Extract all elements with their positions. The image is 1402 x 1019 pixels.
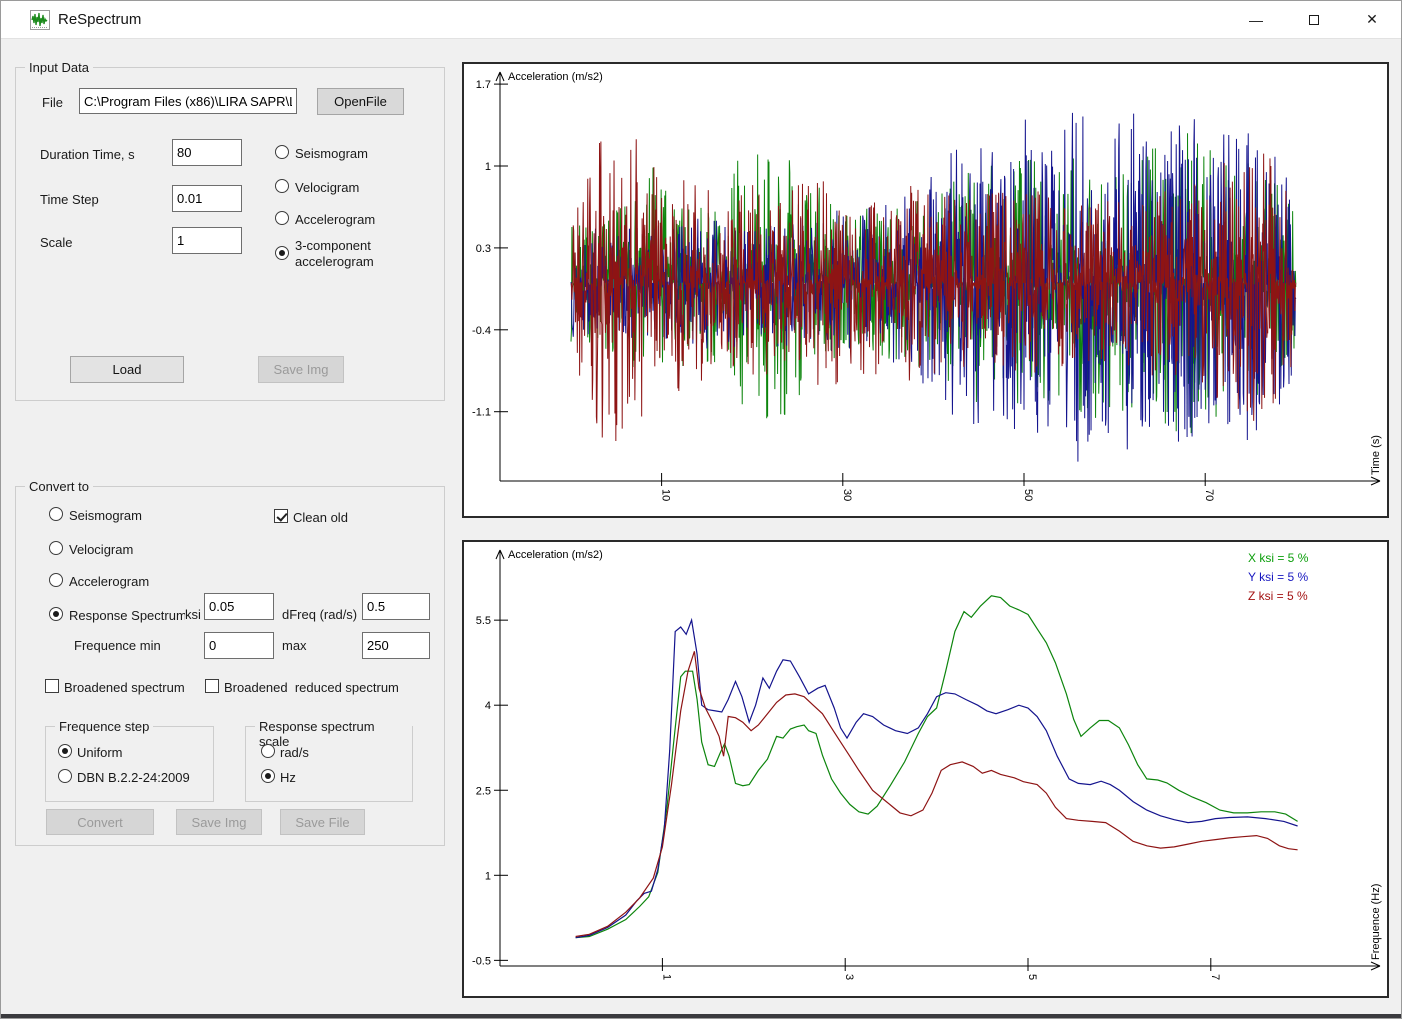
radio-input-accelerogram[interactable] — [275, 211, 289, 225]
title-bar: ReSpectrum — ✕ — [1, 1, 1401, 39]
dfreq-label: dFreq (rad/s) — [282, 607, 358, 622]
svg-text:1: 1 — [485, 870, 491, 882]
svg-text:50: 50 — [1022, 489, 1034, 501]
radio-input-velocigram[interactable] — [275, 179, 289, 193]
radio-input-accelerogram-label[interactable]: Accelerogram — [295, 212, 375, 227]
maximize-button[interactable] — [1285, 1, 1343, 38]
convert-to-group: Convert to Seismogram Velocigram Acceler… — [15, 479, 445, 846]
svg-text:0.3: 0.3 — [476, 243, 491, 255]
close-button[interactable]: ✕ — [1343, 1, 1401, 38]
radio-convert-accelerogram[interactable] — [49, 573, 63, 587]
broadened-spectrum-checkbox[interactable] — [45, 679, 59, 693]
broadened-reduced-label[interactable]: Broadened reduced spectrum — [224, 680, 399, 695]
ksi-input[interactable] — [204, 593, 274, 620]
duration-time-label: Duration Time, s — [40, 147, 135, 162]
app-icon — [30, 10, 50, 30]
radio-rad-s[interactable] — [261, 744, 275, 758]
radio-convert-response-spectrum[interactable] — [49, 607, 63, 621]
time-step-label: Time Step — [40, 192, 99, 207]
radio-input-seismogram-label[interactable]: Seismogram — [295, 146, 368, 161]
convert-save-img-button[interactable]: Save Img — [176, 809, 262, 835]
frequence-step-group-label: Frequence step — [55, 719, 154, 734]
svg-text:Z ksi = 5 %: Z ksi = 5 % — [1248, 589, 1308, 603]
accelerogram-chart-panel: 1.7 1 0.3 -0.4 -1.1 10 30 50 70 Acceleration (m/s… — [462, 62, 1389, 518]
file-label: File — [42, 95, 63, 110]
radio-uniform[interactable] — [58, 744, 72, 758]
convert-button[interactable]: Convert — [46, 809, 154, 835]
convert-save-file-button[interactable]: Save File — [280, 809, 365, 835]
time-history-chart: 1.7 1 0.3 -0.4 -1.1 10 30 50 70 Acceleration (m/s… — [472, 71, 1382, 501]
broadened-reduced-checkbox[interactable] — [205, 679, 219, 693]
radio-dbn-label[interactable]: DBN B.2.2-24:2009 — [77, 770, 190, 785]
svg-text:1: 1 — [660, 974, 672, 980]
input-save-img-button[interactable]: Save Img — [258, 356, 344, 383]
window-title: ReSpectrum — [58, 11, 142, 28]
frequence-step-group: Frequence step Uniform DBN B.2.2-24:2009 — [45, 719, 214, 802]
ksi-label: ksi — [185, 607, 201, 622]
clean-old-checkbox[interactable] — [274, 509, 288, 523]
svg-text:70: 70 — [1203, 489, 1215, 501]
svg-text:Frequence (Hz): Frequence (Hz) — [1370, 884, 1382, 960]
svg-text:4: 4 — [485, 700, 491, 712]
scale-input[interactable] — [172, 227, 242, 254]
svg-text:2.5: 2.5 — [476, 785, 491, 797]
radio-convert-seismogram[interactable] — [49, 507, 63, 521]
freq-max-label: max — [282, 638, 307, 653]
dfreq-input[interactable] — [362, 593, 430, 620]
svg-text:-0.4: -0.4 — [472, 325, 491, 337]
radio-rad-s-label[interactable]: rad/s — [280, 745, 309, 760]
radio-hz[interactable] — [261, 769, 275, 783]
convert-to-group-label: Convert to — [25, 479, 93, 494]
svg-text:Acceleration (m/s2): Acceleration (m/s2) — [508, 71, 603, 83]
duration-time-input[interactable] — [172, 139, 242, 166]
radio-convert-seismogram-label[interactable]: Seismogram — [69, 508, 142, 523]
svg-text:Time (s): Time (s) — [1370, 435, 1382, 475]
radio-convert-velocigram-label[interactable]: Velocigram — [69, 542, 133, 557]
spectrum-scale-group-label: Response spectrum scale — [255, 719, 412, 749]
radio-input-velocigram-label[interactable]: Velocigram — [295, 180, 359, 195]
svg-text:3: 3 — [843, 974, 855, 980]
maximize-icon — [1309, 14, 1319, 25]
svg-text:X ksi = 5 %: X ksi = 5 % — [1248, 551, 1309, 565]
radio-hz-label[interactable]: Hz — [280, 770, 296, 785]
time-step-input[interactable] — [172, 185, 242, 212]
radio-convert-accelerogram-label[interactable]: Accelerogram — [69, 574, 149, 589]
minimize-button[interactable]: — — [1227, 1, 1285, 38]
svg-text:30: 30 — [841, 489, 853, 501]
svg-text:10: 10 — [660, 489, 672, 501]
svg-text:-0.5: -0.5 — [472, 955, 491, 967]
window-controls: — ✕ — [1227, 1, 1401, 38]
load-button[interactable]: Load — [70, 356, 184, 383]
radio-input-3component-label[interactable]: 3-component accelerogram — [295, 238, 405, 270]
clean-old-label[interactable]: Clean old — [293, 510, 348, 525]
svg-text:7: 7 — [1209, 974, 1221, 980]
open-file-button[interactable]: OpenFile — [317, 88, 404, 115]
svg-text:1.7: 1.7 — [476, 79, 491, 91]
svg-text:Acceleration (m/s2): Acceleration (m/s2) — [508, 549, 603, 561]
radio-dbn[interactable] — [58, 769, 72, 783]
taskbar-edge — [1, 1014, 1401, 1018]
response-spectrum-chart: 5.5 4 2.5 1 -0.5 1 3 5 7 Acceleration (m/s2) Frequ… — [472, 549, 1382, 980]
svg-text:-1.1: -1.1 — [472, 407, 491, 419]
spectrum-scale-group: Response spectrum scale rad/s Hz — [245, 719, 413, 802]
broadened-spectrum-label[interactable]: Broadened spectrum — [64, 680, 185, 695]
input-data-group-label: Input Data — [25, 60, 93, 75]
radio-input-seismogram[interactable] — [275, 145, 289, 159]
file-path-input[interactable] — [79, 88, 297, 114]
app-window: ReSpectrum — ✕ Input Data File OpenFile … — [0, 0, 1402, 1019]
freq-max-input[interactable] — [362, 632, 430, 659]
svg-text:5: 5 — [1026, 974, 1038, 980]
radio-convert-velocigram[interactable] — [49, 541, 63, 555]
freq-min-input[interactable] — [204, 632, 274, 659]
freq-min-label: Frequence min — [74, 638, 161, 653]
response-spectrum-chart-panel: 5.5 4 2.5 1 -0.5 1 3 5 7 Acceleration (m/s2) Frequ… — [462, 540, 1389, 998]
svg-text:Y ksi = 5 %: Y ksi = 5 % — [1248, 570, 1308, 584]
scale-label: Scale — [40, 235, 73, 250]
input-data-group: Input Data File OpenFile Duration Time, … — [15, 60, 445, 401]
radio-convert-response-spectrum-label[interactable]: Response Spectrum — [69, 608, 185, 623]
svg-text:5.5: 5.5 — [476, 615, 491, 627]
svg-text:1: 1 — [485, 161, 491, 173]
radio-uniform-label[interactable]: Uniform — [77, 745, 123, 760]
radio-input-3component[interactable] — [275, 246, 289, 260]
